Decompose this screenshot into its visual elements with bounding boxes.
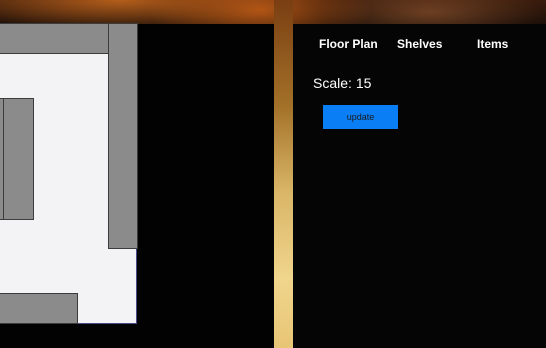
floor-area[interactable] bbox=[0, 23, 138, 324]
scale-value: 15 bbox=[355, 75, 372, 91]
wall-right[interactable] bbox=[108, 23, 138, 249]
update-button[interactable]: update bbox=[323, 105, 398, 129]
tab-items[interactable]: Items bbox=[477, 37, 508, 51]
nav-bar: Floor Plan Shelves Items bbox=[293, 37, 546, 53]
control-panel: Floor Plan Shelves Items Scale: 15 updat… bbox=[293, 24, 546, 348]
tab-floor-plan[interactable]: Floor Plan bbox=[319, 37, 378, 51]
tab-shelves[interactable]: Shelves bbox=[397, 37, 442, 51]
scale-readout: Scale: 15 bbox=[313, 75, 371, 91]
wall-bottom[interactable] bbox=[0, 293, 78, 324]
wall-top[interactable] bbox=[0, 23, 109, 54]
shelf-left[interactable] bbox=[3, 98, 34, 220]
floor-plan-canvas[interactable] bbox=[0, 23, 274, 348]
scale-label: Scale: bbox=[313, 75, 352, 91]
background-photo-strip bbox=[274, 0, 293, 348]
